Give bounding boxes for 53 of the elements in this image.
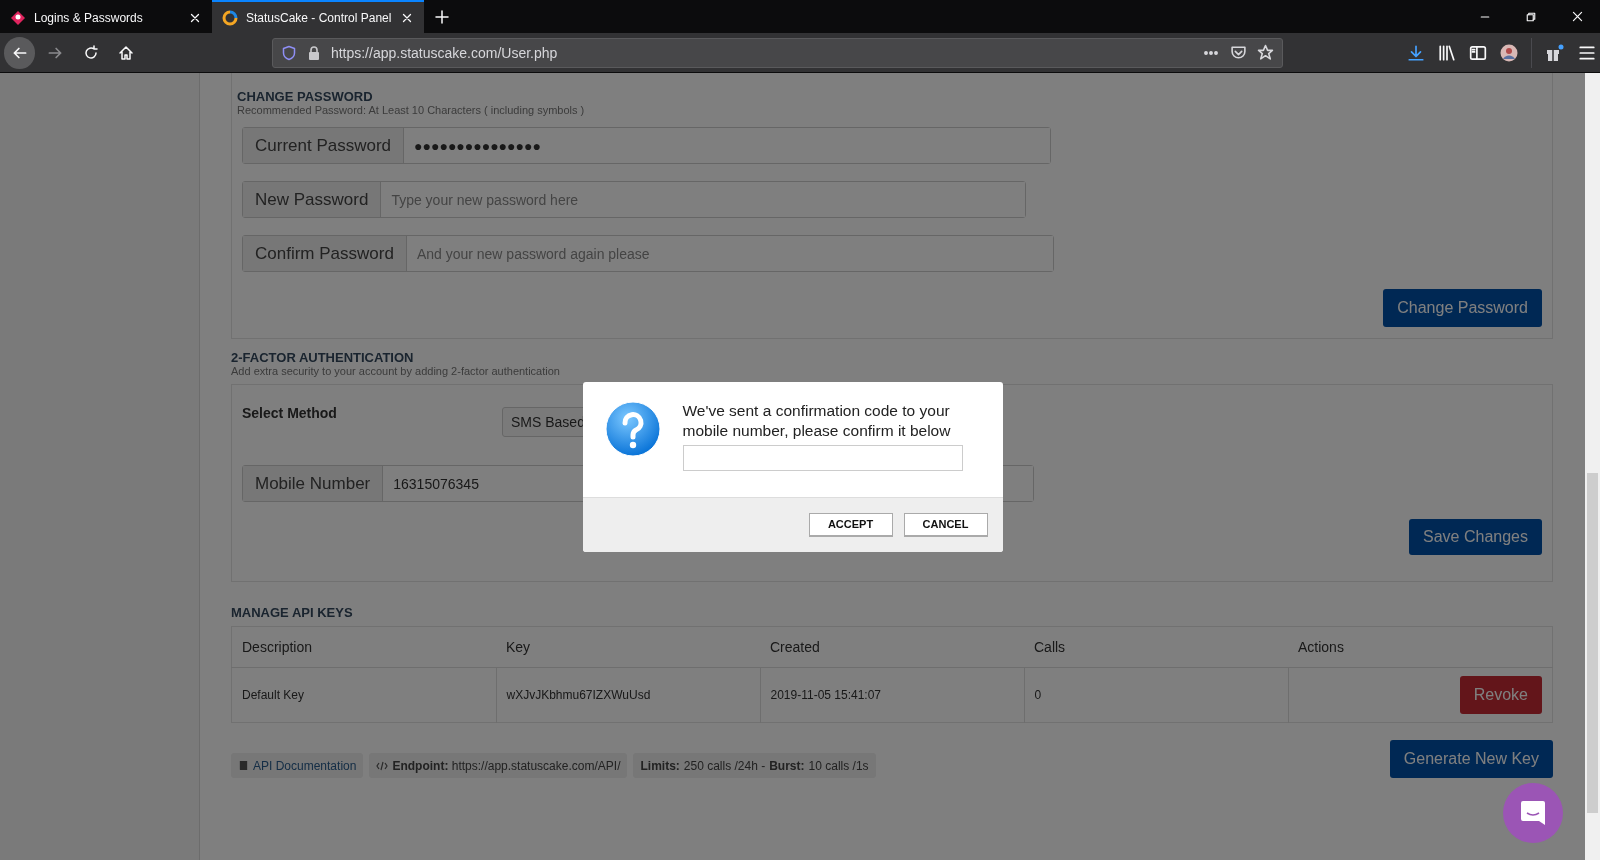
shield-icon[interactable] [280, 44, 297, 61]
question-icon [604, 400, 661, 459]
reload-icon [82, 44, 99, 61]
password-field[interactable]: Confirm Password And your new password again please [242, 235, 1054, 272]
star-icon[interactable] [1257, 44, 1274, 61]
sidebar-icon[interactable] [1469, 43, 1487, 62]
home-icon [118, 44, 135, 61]
restore-icon[interactable] [1525, 10, 1537, 23]
section-subtitle: Add extra security to your account by adding 2-factor authentication [231, 365, 561, 378]
avatar-icon[interactable] [1500, 43, 1518, 62]
method-label: Select Method [242, 404, 338, 421]
column-header: Actions [1288, 626, 1553, 668]
download-icon[interactable] [1407, 43, 1425, 62]
browser-tab[interactable]: Logins & Passwords [0, 0, 212, 33]
limits-text: Limits: 250 calls /24h - Burst: 10 calls /1s [633, 753, 876, 778]
confirmation-code-field[interactable] [682, 444, 963, 471]
api-documentation-link[interactable]: API Documentation [231, 753, 364, 778]
browser-tab[interactable]: StatusCake - Control Panel [212, 0, 424, 33]
password-field[interactable]: New Password Type your new password here [242, 181, 1026, 218]
back-button[interactable] [4, 36, 36, 69]
table-cell: 0 [1024, 667, 1288, 723]
spinner-icon [222, 9, 238, 26]
book-icon [238, 760, 249, 771]
save-changes-button[interactable]: Save Changes [1409, 519, 1542, 555]
section-heading: CHANGE PASSWORD [237, 90, 374, 104]
section-subtitle: Recommended Password: At Least 10 Characters ( including symbols ) [237, 104, 586, 117]
pocket-icon[interactable] [1230, 44, 1247, 61]
column-header: Description [231, 626, 496, 668]
gift-icon[interactable] [1545, 43, 1565, 62]
table-cell: wXJvJKbhmu67IZXWuUsd [496, 667, 760, 723]
close-icon[interactable] [1570, 10, 1584, 23]
address-bar[interactable]: https://app.statuscake.com/User.php [271, 37, 1283, 68]
accept-button[interactable]: ACCEPT [808, 512, 893, 537]
table-cell: Default Key [231, 667, 496, 723]
generate-key-button[interactable]: Generate New Key [1389, 740, 1553, 778]
scrollbar[interactable] [1585, 73, 1600, 860]
dialog-message: We've sent a confirmation code to your mobile number, please confirm it below [682, 400, 952, 441]
section-heading: 2-FACTOR AUTHENTICATION [231, 351, 415, 365]
endpoint-text: Endpoint: https://app.statuscake.com/API/ [392, 758, 621, 773]
column-header: Key [496, 626, 760, 668]
table-cell: 2019-11-05 15:41:07 [760, 667, 1024, 723]
change-password-button[interactable]: Change Password [1383, 289, 1542, 327]
column-header: Calls [1024, 626, 1288, 668]
code-icon [376, 760, 389, 771]
column-header: Created [760, 626, 1024, 668]
section-heading: MANAGE API KEYS [231, 606, 354, 620]
password-field[interactable]: Current Password ●●●●●●●●●●●●●●● [242, 127, 1051, 164]
chat-icon [1518, 798, 1548, 828]
cancel-button[interactable]: CANCEL [903, 512, 988, 537]
lock-icon[interactable] [306, 44, 321, 61]
revoke-button[interactable]: Revoke [1459, 676, 1542, 714]
plus-icon[interactable] [434, 8, 450, 25]
library-icon[interactable] [1438, 43, 1456, 62]
